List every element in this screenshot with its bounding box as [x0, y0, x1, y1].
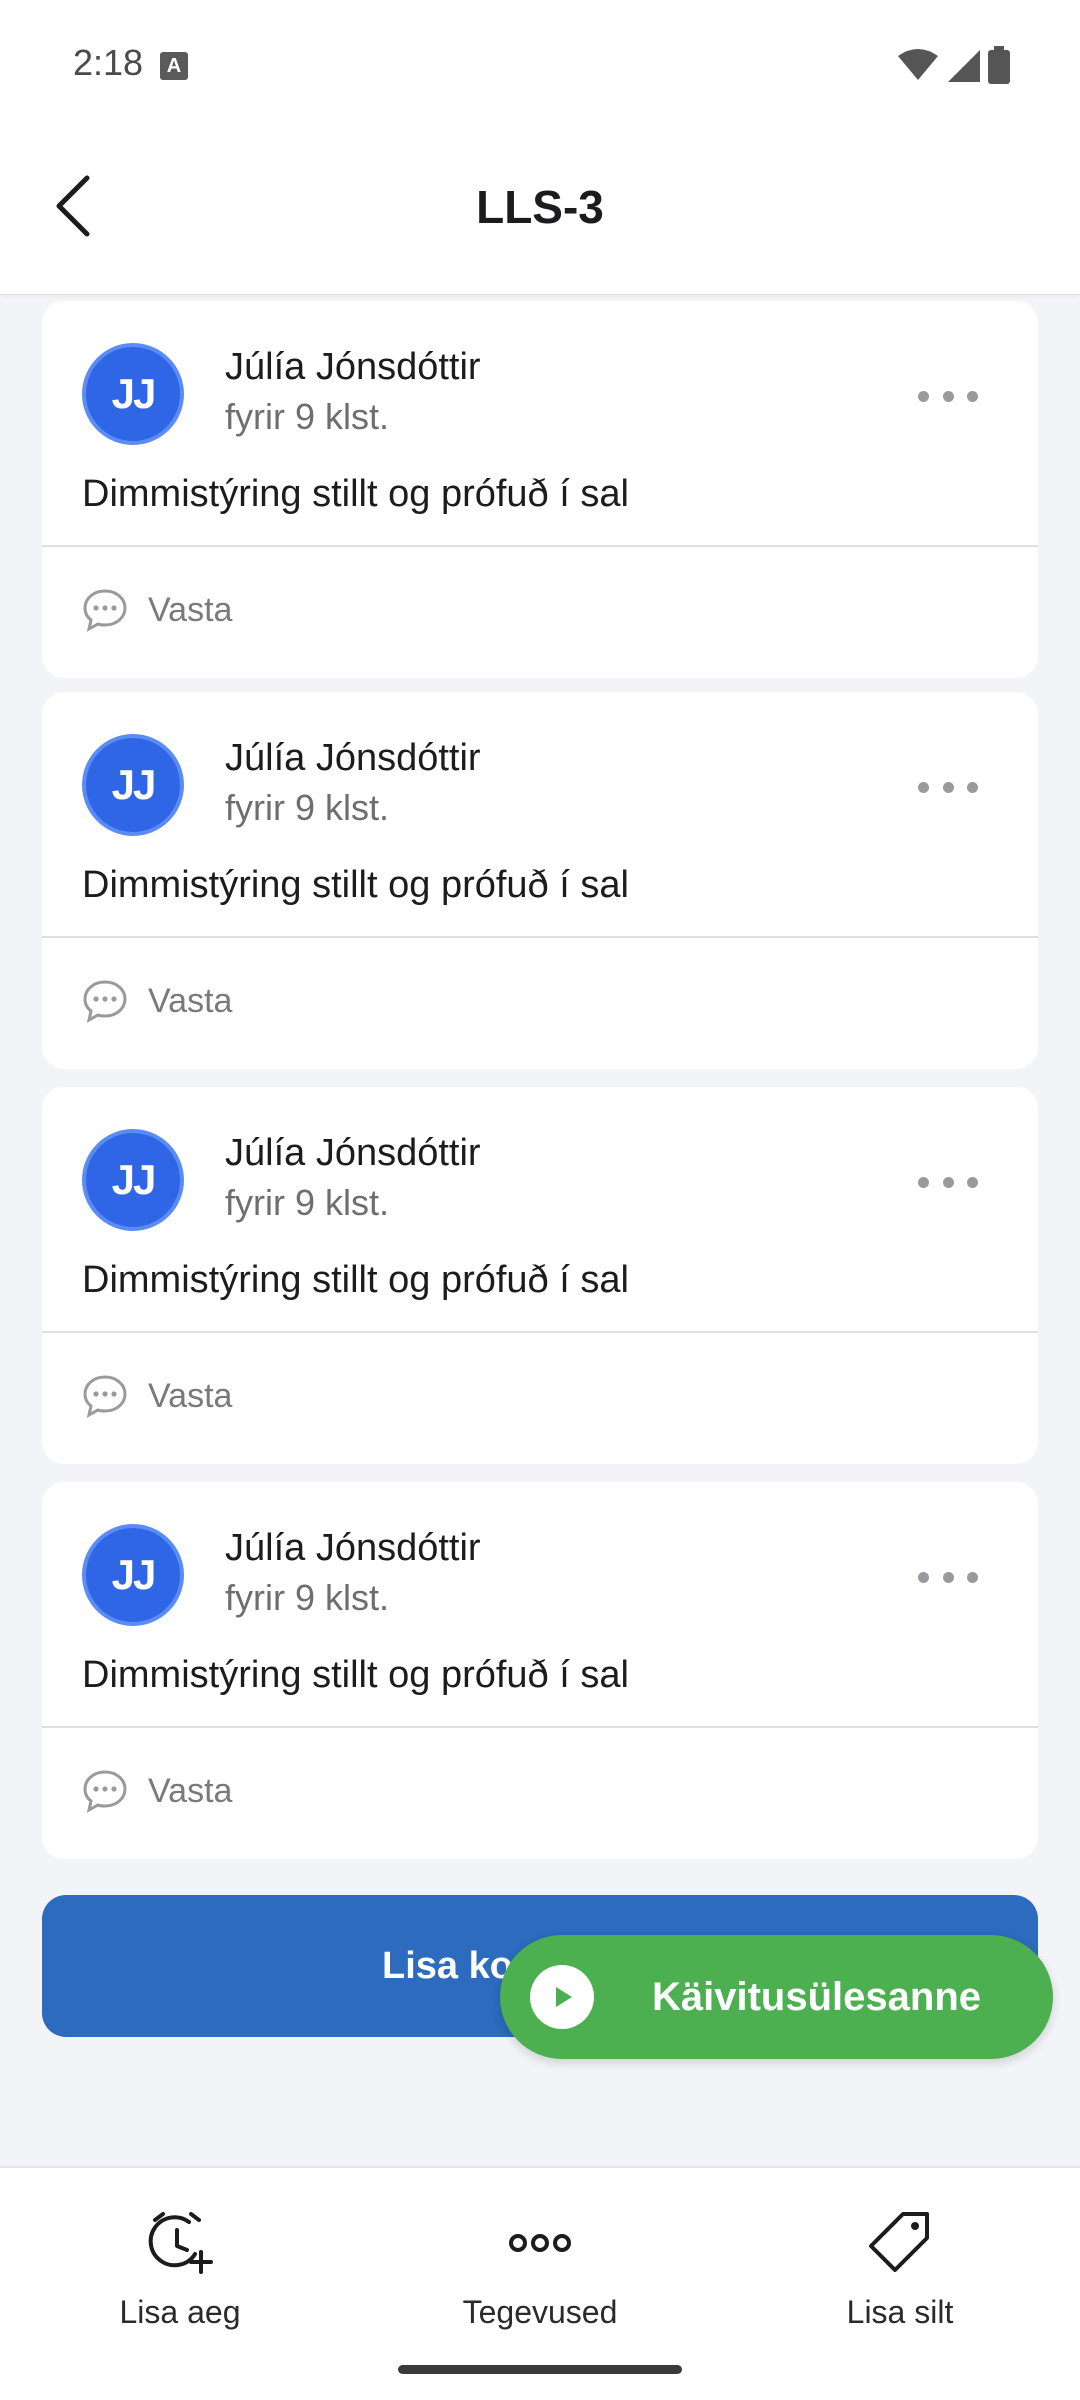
- comment-time: fyrir 9 klst.: [225, 1182, 390, 1223]
- dot-icon: [942, 781, 954, 793]
- signal-icon: [948, 50, 980, 82]
- reply-button[interactable]: Vasta: [82, 1374, 232, 1418]
- dot-icon: [967, 390, 978, 402]
- avatar[interactable]: JJ: [82, 1524, 184, 1626]
- play-icon: [530, 1965, 594, 2029]
- comment-time: fyrir 9 klst.: [225, 787, 390, 828]
- dot-icon: [942, 1571, 954, 1583]
- status-bar: 2:18 A: [0, 0, 1080, 130]
- more-options-button[interactable]: [918, 1562, 978, 1592]
- reply-label: Vasta: [148, 981, 233, 1020]
- dot-icon: [918, 1176, 929, 1188]
- chat-bubble-icon: [83, 1375, 127, 1418]
- home-indicator[interactable]: [398, 2365, 682, 2374]
- comment-text: Dimmistýring stillt og prófuð í sal: [82, 1259, 629, 1301]
- wifi-icon: [898, 49, 938, 80]
- run-task-label: Käivitusülesanne: [652, 1974, 982, 2019]
- status-icons: [898, 46, 1010, 84]
- chat-bubble-icon: [83, 1770, 127, 1813]
- avatar[interactable]: JJ: [82, 734, 184, 836]
- comment-author: Júlía Jónsdóttir: [225, 346, 481, 388]
- divider: [42, 936, 1038, 938]
- add-comment-label: Lisa ko: [382, 1945, 513, 1987]
- divider: [42, 1726, 1038, 1728]
- screen: 2:18 A LLS-3 JJ Júlía Jónsdóttir fyrir 9…: [0, 0, 1080, 2400]
- dot-icon: [918, 781, 929, 793]
- app-header: LLS-3: [0, 130, 1080, 295]
- comment-text: Dimmistýring stillt og prófuð í sal: [82, 864, 629, 906]
- avatar[interactable]: JJ: [82, 1129, 184, 1231]
- dot-icon: [918, 390, 929, 402]
- reply-button[interactable]: Vasta: [82, 1769, 232, 1813]
- nav-label: Tegevused: [462, 2294, 618, 2330]
- more-options-button[interactable]: [918, 772, 978, 802]
- nav-label: Lisa aeg: [119, 2294, 241, 2330]
- reply-label: Vasta: [148, 1376, 233, 1415]
- comment-time: fyrir 9 klst.: [225, 1577, 390, 1618]
- page-title: LLS-3: [476, 181, 604, 233]
- tag-icon: [869, 2212, 929, 2272]
- more-options-button[interactable]: [918, 1167, 978, 1197]
- reply-button[interactable]: Vasta: [82, 979, 232, 1023]
- dot-icon: [942, 390, 954, 402]
- reply-label: Vasta: [148, 1771, 233, 1810]
- reply-button[interactable]: Vasta: [82, 588, 232, 632]
- comment-text: Dimmistýring stillt og prófuð í sal: [82, 473, 629, 515]
- comment-author: Júlía Jónsdóttir: [225, 1527, 481, 1569]
- nav-add-time[interactable]: Lisa aeg: [60, 2208, 300, 2331]
- clock-plus-icon: [148, 2212, 213, 2274]
- avatar[interactable]: JJ: [82, 343, 184, 445]
- divider: [42, 1331, 1038, 1333]
- more-horizontal-icon: [509, 2234, 571, 2252]
- comment-card: JJ Júlía Jónsdóttir fyrir 9 klst. Dimmis…: [42, 692, 1038, 1069]
- dot-icon: [918, 1571, 929, 1583]
- comment-card: JJ Júlía Jónsdóttir fyrir 9 klst. Dimmis…: [42, 301, 1038, 678]
- status-time: 2:18: [73, 42, 144, 83]
- dot-icon: [967, 1176, 978, 1188]
- comment-time: fyrir 9 klst.: [225, 396, 390, 437]
- dot-icon: [967, 781, 978, 793]
- more-options-button[interactable]: [918, 381, 978, 411]
- chat-bubble-icon: [83, 589, 127, 632]
- comment-text: Dimmistýring stillt og prófuð í sal: [82, 1654, 629, 1696]
- nav-label: Lisa silt: [846, 2294, 954, 2330]
- comment-card: JJ Júlía Jónsdóttir fyrir 9 klst. Dimmis…: [42, 1482, 1038, 1859]
- reply-label: Vasta: [148, 590, 233, 629]
- dot-icon: [942, 1176, 954, 1188]
- run-task-button[interactable]: Käivitusülesanne: [500, 1935, 1053, 2059]
- nav-activities[interactable]: Tegevused: [420, 2208, 660, 2331]
- comment-author: Júlía Jónsdóttir: [225, 1132, 481, 1174]
- comment-card: JJ Júlía Jónsdóttir fyrir 9 klst. Dimmis…: [42, 1087, 1038, 1464]
- dot-icon: [967, 1571, 978, 1583]
- nav-add-tag[interactable]: Lisa silt: [780, 2208, 1020, 2331]
- comment-author: Júlía Jónsdóttir: [225, 737, 481, 779]
- status-notification-icon: A: [160, 52, 188, 80]
- chat-bubble-icon: [83, 980, 127, 1023]
- battery-icon: [988, 46, 1010, 84]
- divider: [42, 545, 1038, 547]
